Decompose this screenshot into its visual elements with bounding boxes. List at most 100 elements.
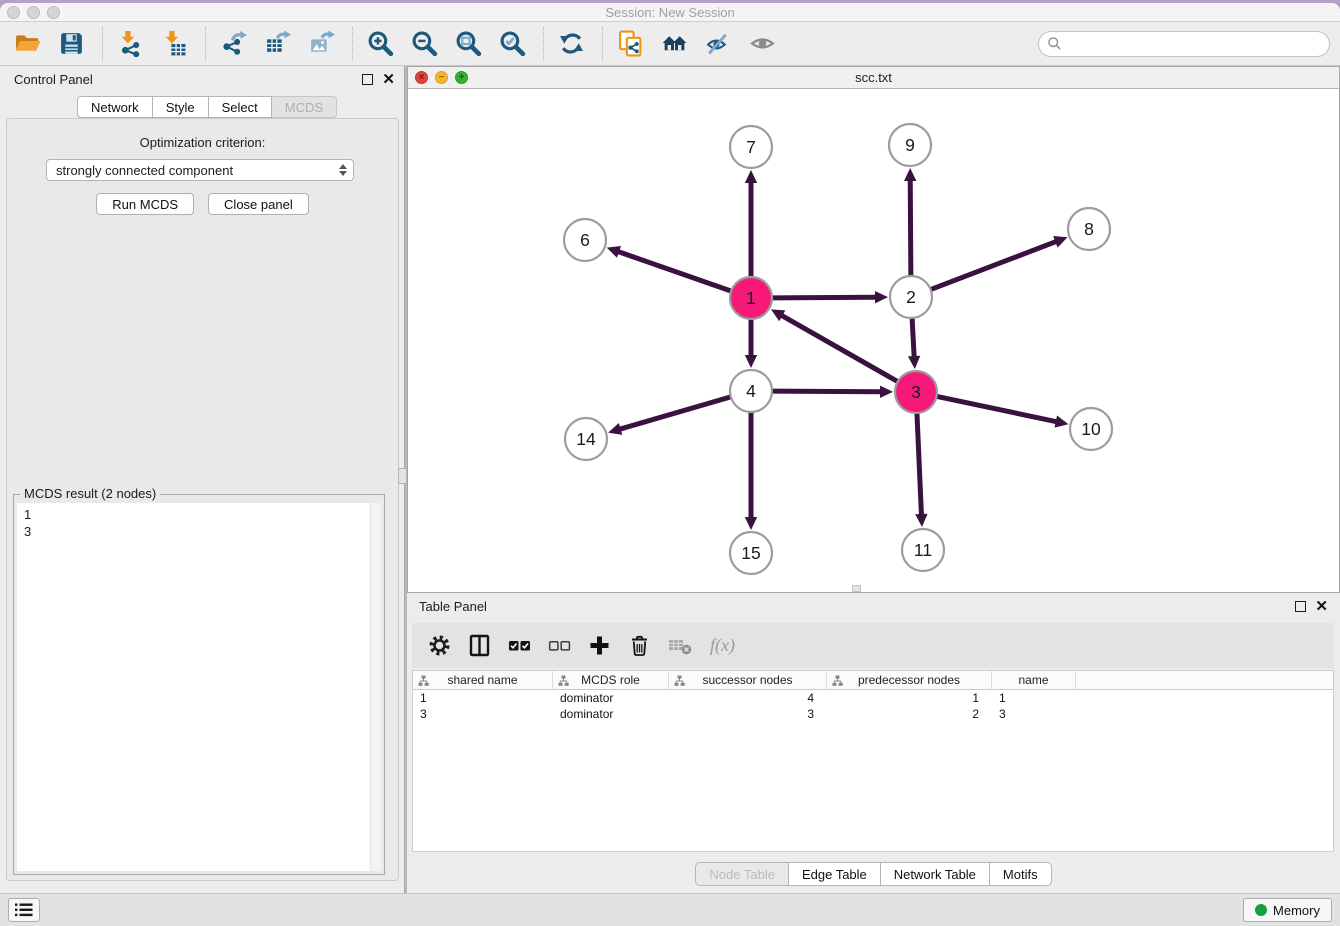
panel-list-button[interactable] bbox=[8, 898, 40, 922]
select-chevrons-icon bbox=[339, 164, 347, 176]
graph-node-label-9: 9 bbox=[905, 135, 915, 155]
mcds-result-lines: 13 bbox=[17, 503, 381, 540]
select-all-columns-button[interactable] bbox=[508, 633, 531, 659]
close-panel-button[interactable]: Close panel bbox=[208, 193, 309, 215]
table-row[interactable]: 3dominator323 bbox=[413, 706, 1333, 722]
unselect-all-columns-button[interactable] bbox=[548, 633, 571, 659]
float-panel-icon[interactable] bbox=[362, 74, 373, 85]
edge-1-6[interactable] bbox=[619, 252, 730, 291]
hide-selected-button[interactable] bbox=[703, 29, 733, 59]
cell-shared-name[interactable]: 1 bbox=[413, 691, 553, 705]
result-scrollbar[interactable] bbox=[370, 503, 381, 871]
table-header-row: shared nameMCDS rolesuccessor nodesprede… bbox=[413, 671, 1333, 690]
open-folder-icon bbox=[14, 30, 41, 57]
tab-edge-table[interactable]: Edge Table bbox=[789, 862, 881, 886]
toolbar-separator bbox=[205, 27, 206, 61]
tab-node-table[interactable]: Node Table bbox=[695, 862, 789, 886]
create-column-button[interactable] bbox=[588, 633, 611, 659]
zoom-fit-button[interactable] bbox=[453, 29, 483, 59]
edge-2-9[interactable] bbox=[910, 181, 911, 275]
zoom-out-button[interactable] bbox=[409, 29, 439, 59]
edge-2-8[interactable] bbox=[932, 242, 1056, 289]
edge-arrowhead bbox=[608, 423, 622, 435]
memory-button[interactable]: Memory bbox=[1243, 898, 1332, 922]
delete-column-button[interactable] bbox=[628, 633, 651, 659]
run-mcds-button[interactable]: Run MCDS bbox=[96, 193, 194, 215]
first-neighbors-button[interactable] bbox=[659, 29, 689, 59]
import-table-icon bbox=[161, 30, 188, 57]
edge-3-11[interactable] bbox=[917, 414, 921, 514]
mcds-result-area[interactable]: 13 bbox=[17, 503, 381, 871]
tab-style[interactable]: Style bbox=[153, 96, 209, 118]
float-table-panel-icon[interactable] bbox=[1295, 601, 1306, 612]
show-all-button[interactable] bbox=[747, 29, 777, 59]
column-header-name[interactable]: name bbox=[992, 671, 1076, 689]
import-table-button[interactable] bbox=[159, 29, 189, 59]
close-panel-icon[interactable]: ✕ bbox=[382, 74, 395, 85]
edge-2-3[interactable] bbox=[912, 319, 914, 356]
save-session-button[interactable] bbox=[56, 29, 86, 59]
mcds-panel: Optimization criterion: strongly connect… bbox=[6, 118, 399, 881]
clone-network-button[interactable] bbox=[615, 29, 645, 59]
column-header-predecessor-nodes[interactable]: predecessor nodes bbox=[827, 671, 992, 689]
cell-predecessor-nodes[interactable]: 1 bbox=[827, 691, 992, 705]
result-line: 1 bbox=[24, 506, 381, 523]
table-row[interactable]: 1dominator411 bbox=[413, 690, 1333, 706]
zoom-selected-button[interactable] bbox=[497, 29, 527, 59]
close-table-panel-icon[interactable]: ✕ bbox=[1315, 601, 1328, 612]
result-line: 3 bbox=[24, 523, 381, 540]
cell-mcds-role[interactable]: dominator bbox=[553, 691, 669, 705]
edge-4-3[interactable] bbox=[773, 391, 880, 392]
edge-1-2[interactable] bbox=[773, 297, 875, 298]
export-table-icon bbox=[264, 30, 291, 57]
edge-4-14[interactable] bbox=[621, 397, 730, 429]
tab-motifs[interactable]: Motifs bbox=[990, 862, 1052, 886]
criterion-select[interactable]: strongly connected component bbox=[46, 159, 354, 181]
optimization-criterion-label: Optimization criterion: bbox=[7, 135, 398, 150]
cell-successor-nodes[interactable]: 4 bbox=[669, 691, 827, 705]
cell-mcds-role[interactable]: dominator bbox=[553, 707, 669, 721]
export-image-button[interactable] bbox=[306, 29, 336, 59]
control-panel: Control Panel ✕ NetworkStyleSelectMCDS O… bbox=[0, 66, 405, 893]
tab-select[interactable]: Select bbox=[209, 96, 272, 118]
node-table[interactable]: shared nameMCDS rolesuccessor nodesprede… bbox=[412, 670, 1334, 852]
export-network-button[interactable] bbox=[218, 29, 248, 59]
graph-node-label-3: 3 bbox=[911, 382, 921, 402]
column-header-mcds-role[interactable]: MCDS role bbox=[553, 671, 669, 689]
network-window-titlebar: scc.txt × − + bbox=[408, 67, 1339, 89]
function-builder-button[interactable]: f(x) bbox=[710, 633, 735, 659]
column-header-shared-name[interactable]: shared name bbox=[413, 671, 553, 689]
list-icon bbox=[15, 903, 33, 917]
graph-node-label-10: 10 bbox=[1081, 419, 1101, 439]
cell-name[interactable]: 3 bbox=[992, 707, 1076, 721]
zoom-in-button[interactable] bbox=[365, 29, 395, 59]
column-header-label: name bbox=[1018, 673, 1048, 687]
tab-mcds[interactable]: MCDS bbox=[272, 96, 337, 118]
tab-network-table[interactable]: Network Table bbox=[881, 862, 990, 886]
cell-predecessor-nodes[interactable]: 2 bbox=[827, 707, 992, 721]
network-graph-canvas[interactable]: 7968124314101511 bbox=[408, 89, 1339, 592]
edge-3-10[interactable] bbox=[938, 397, 1056, 422]
refresh-icon bbox=[558, 30, 585, 57]
network-resize-grip[interactable] bbox=[852, 585, 861, 592]
import-network-button[interactable] bbox=[115, 29, 145, 59]
cell-name[interactable]: 1 bbox=[992, 691, 1076, 705]
cell-successor-nodes[interactable]: 3 bbox=[669, 707, 827, 721]
search-field[interactable] bbox=[1038, 31, 1330, 57]
cell-shared-name[interactable]: 3 bbox=[413, 707, 553, 721]
refresh-button[interactable] bbox=[556, 29, 586, 59]
memory-status-icon bbox=[1255, 904, 1267, 916]
graph-node-label-15: 15 bbox=[741, 543, 760, 563]
splitter-grip[interactable] bbox=[398, 468, 407, 484]
edge-arrowhead bbox=[607, 246, 621, 258]
export-table-button[interactable] bbox=[262, 29, 292, 59]
edge-arrowhead bbox=[915, 514, 927, 527]
table-settings-button[interactable] bbox=[428, 633, 451, 659]
edge-3-1[interactable] bbox=[782, 316, 897, 381]
column-header-successor-nodes[interactable]: successor nodes bbox=[669, 671, 827, 689]
show-columns-button[interactable] bbox=[468, 633, 491, 659]
tab-network[interactable]: Network bbox=[77, 96, 153, 118]
open-session-button[interactable] bbox=[12, 29, 42, 59]
search-input[interactable] bbox=[1066, 34, 1329, 54]
delete-table-button[interactable] bbox=[668, 633, 693, 659]
